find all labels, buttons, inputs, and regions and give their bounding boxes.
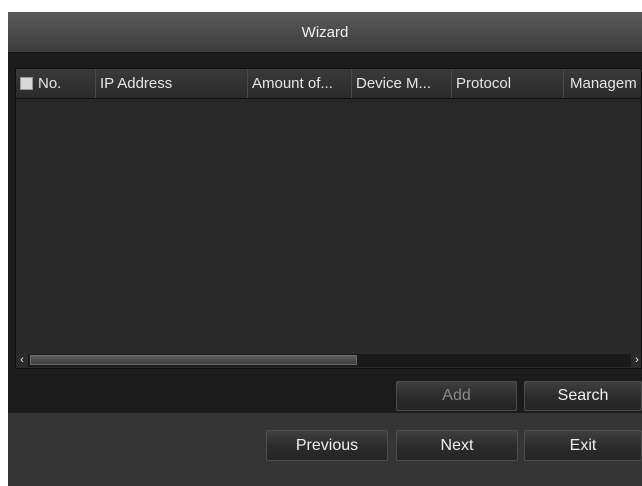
column-header-ip-address-label: IP Address [100,75,173,92]
column-header-device-model-label: Device M... [356,75,432,92]
wizard-dialog: Wizard No. IP Address Amount of... Devic… [8,12,642,486]
select-all-checkbox[interactable] [20,77,33,90]
search-button-label: Search [557,387,609,404]
table-body[interactable] [16,99,641,351]
next-button-label: Next [440,436,474,454]
previous-button-label: Previous [295,436,359,454]
column-header-no[interactable]: No. [16,69,96,98]
column-header-ip-address[interactable]: IP Address [96,69,248,98]
add-button[interactable]: Add [396,381,517,411]
scroll-thumb[interactable] [30,355,357,365]
dialog-title: Wizard [8,12,642,53]
column-header-protocol[interactable]: Protocol [452,69,564,98]
column-header-management[interactable]: Managem [564,69,641,98]
column-header-protocol-label: Protocol [456,75,512,92]
dialog-title-text: Wizard [301,23,349,41]
previous-button[interactable]: Previous [266,430,388,461]
scroll-left-icon[interactable]: ‹ [16,354,28,367]
next-button[interactable]: Next [396,430,518,461]
column-header-device-model[interactable]: Device M... [352,69,452,98]
table-header: No. IP Address Amount of... Device M... … [16,69,641,99]
exit-button-label: Exit [569,436,597,454]
device-table: No. IP Address Amount of... Device M... … [15,68,642,369]
scroll-right-icon[interactable]: › [631,354,641,367]
column-header-no-label: No. [38,75,62,92]
column-header-amount[interactable]: Amount of... [248,69,352,98]
horizontal-scrollbar[interactable]: ‹ › [16,354,641,367]
footer-bar: Previous Next Exit [8,413,642,486]
add-button-label: Add [442,387,471,404]
search-button[interactable]: Search [524,381,642,411]
column-header-management-label: Managem [570,75,637,92]
exit-button[interactable]: Exit [524,430,642,461]
column-header-amount-label: Amount of... [252,75,333,92]
